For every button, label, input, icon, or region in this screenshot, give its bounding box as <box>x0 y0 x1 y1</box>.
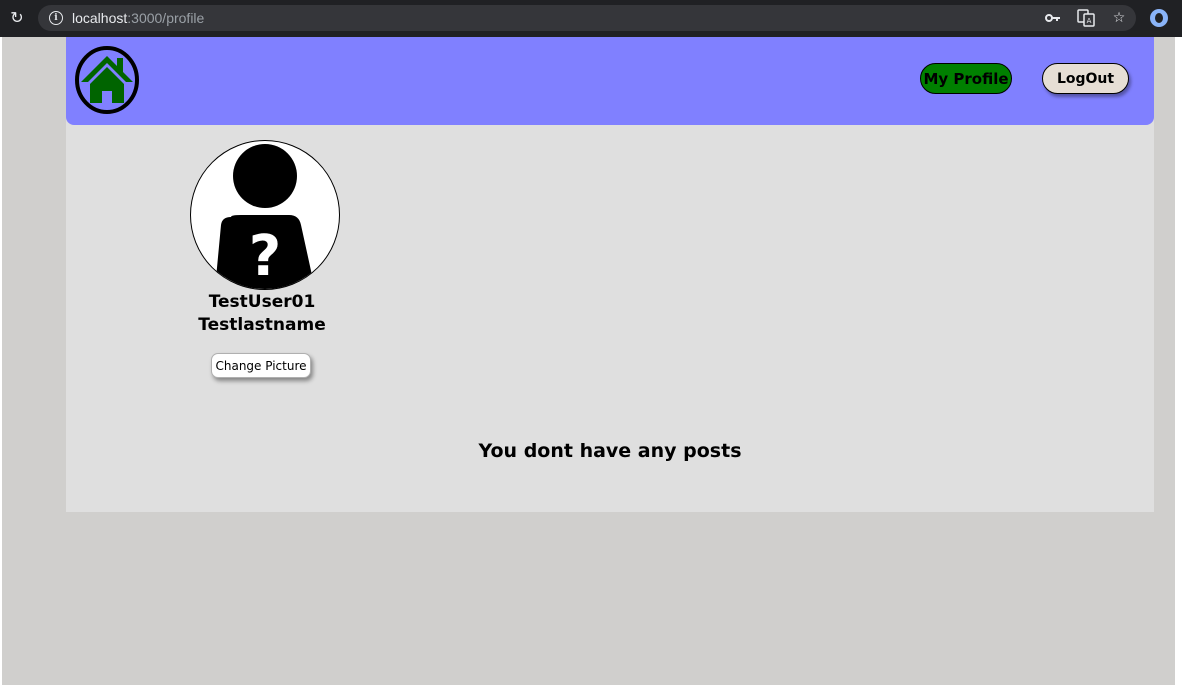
extension-icon[interactable] <box>1150 9 1168 27</box>
unknown-user-icon: ? <box>190 140 340 290</box>
site-info-icon[interactable]: i <box>49 11 63 25</box>
window-edge-right <box>1175 37 1182 692</box>
url-host: localhost <box>72 10 128 26</box>
page-viewport: My Profile LogOut ? TestUser01 Testlastn… <box>2 37 1175 685</box>
home-icon[interactable] <box>75 46 139 114</box>
logout-button[interactable]: LogOut <box>1042 63 1129 94</box>
no-posts-message: You dont have any posts <box>478 440 742 462</box>
user-first-name: TestUser01 <box>208 292 316 312</box>
navbar: My Profile LogOut <box>66 37 1154 125</box>
my-profile-button[interactable]: My Profile <box>920 63 1012 94</box>
user-last-name: Testlastname <box>198 315 326 335</box>
user-full-name: TestUser01 Testlastname <box>162 291 362 337</box>
profile-page: My Profile LogOut ? TestUser01 Testlastn… <box>66 37 1154 512</box>
url-text[interactable]: localhost:3000/profile <box>72 10 204 26</box>
address-bar[interactable]: i localhost:3000/profile A ☆ <box>38 5 1136 31</box>
key-icon[interactable] <box>1044 9 1062 27</box>
translate-icon[interactable]: A <box>1077 9 1095 27</box>
address-bar-actions: A ☆ <box>1044 9 1128 27</box>
change-picture-button[interactable]: Change Picture <box>211 353 311 378</box>
browser-toolbar: ↻ i localhost:3000/profile A ☆ <box>0 0 1182 37</box>
bookmark-star-icon[interactable]: ☆ <box>1110 9 1128 27</box>
url-path: :3000/profile <box>127 10 205 26</box>
reload-icon[interactable]: ↻ <box>8 9 26 27</box>
svg-text:A: A <box>1087 17 1092 25</box>
svg-text:?: ? <box>249 224 281 289</box>
window-edge-bottom <box>0 685 1182 692</box>
